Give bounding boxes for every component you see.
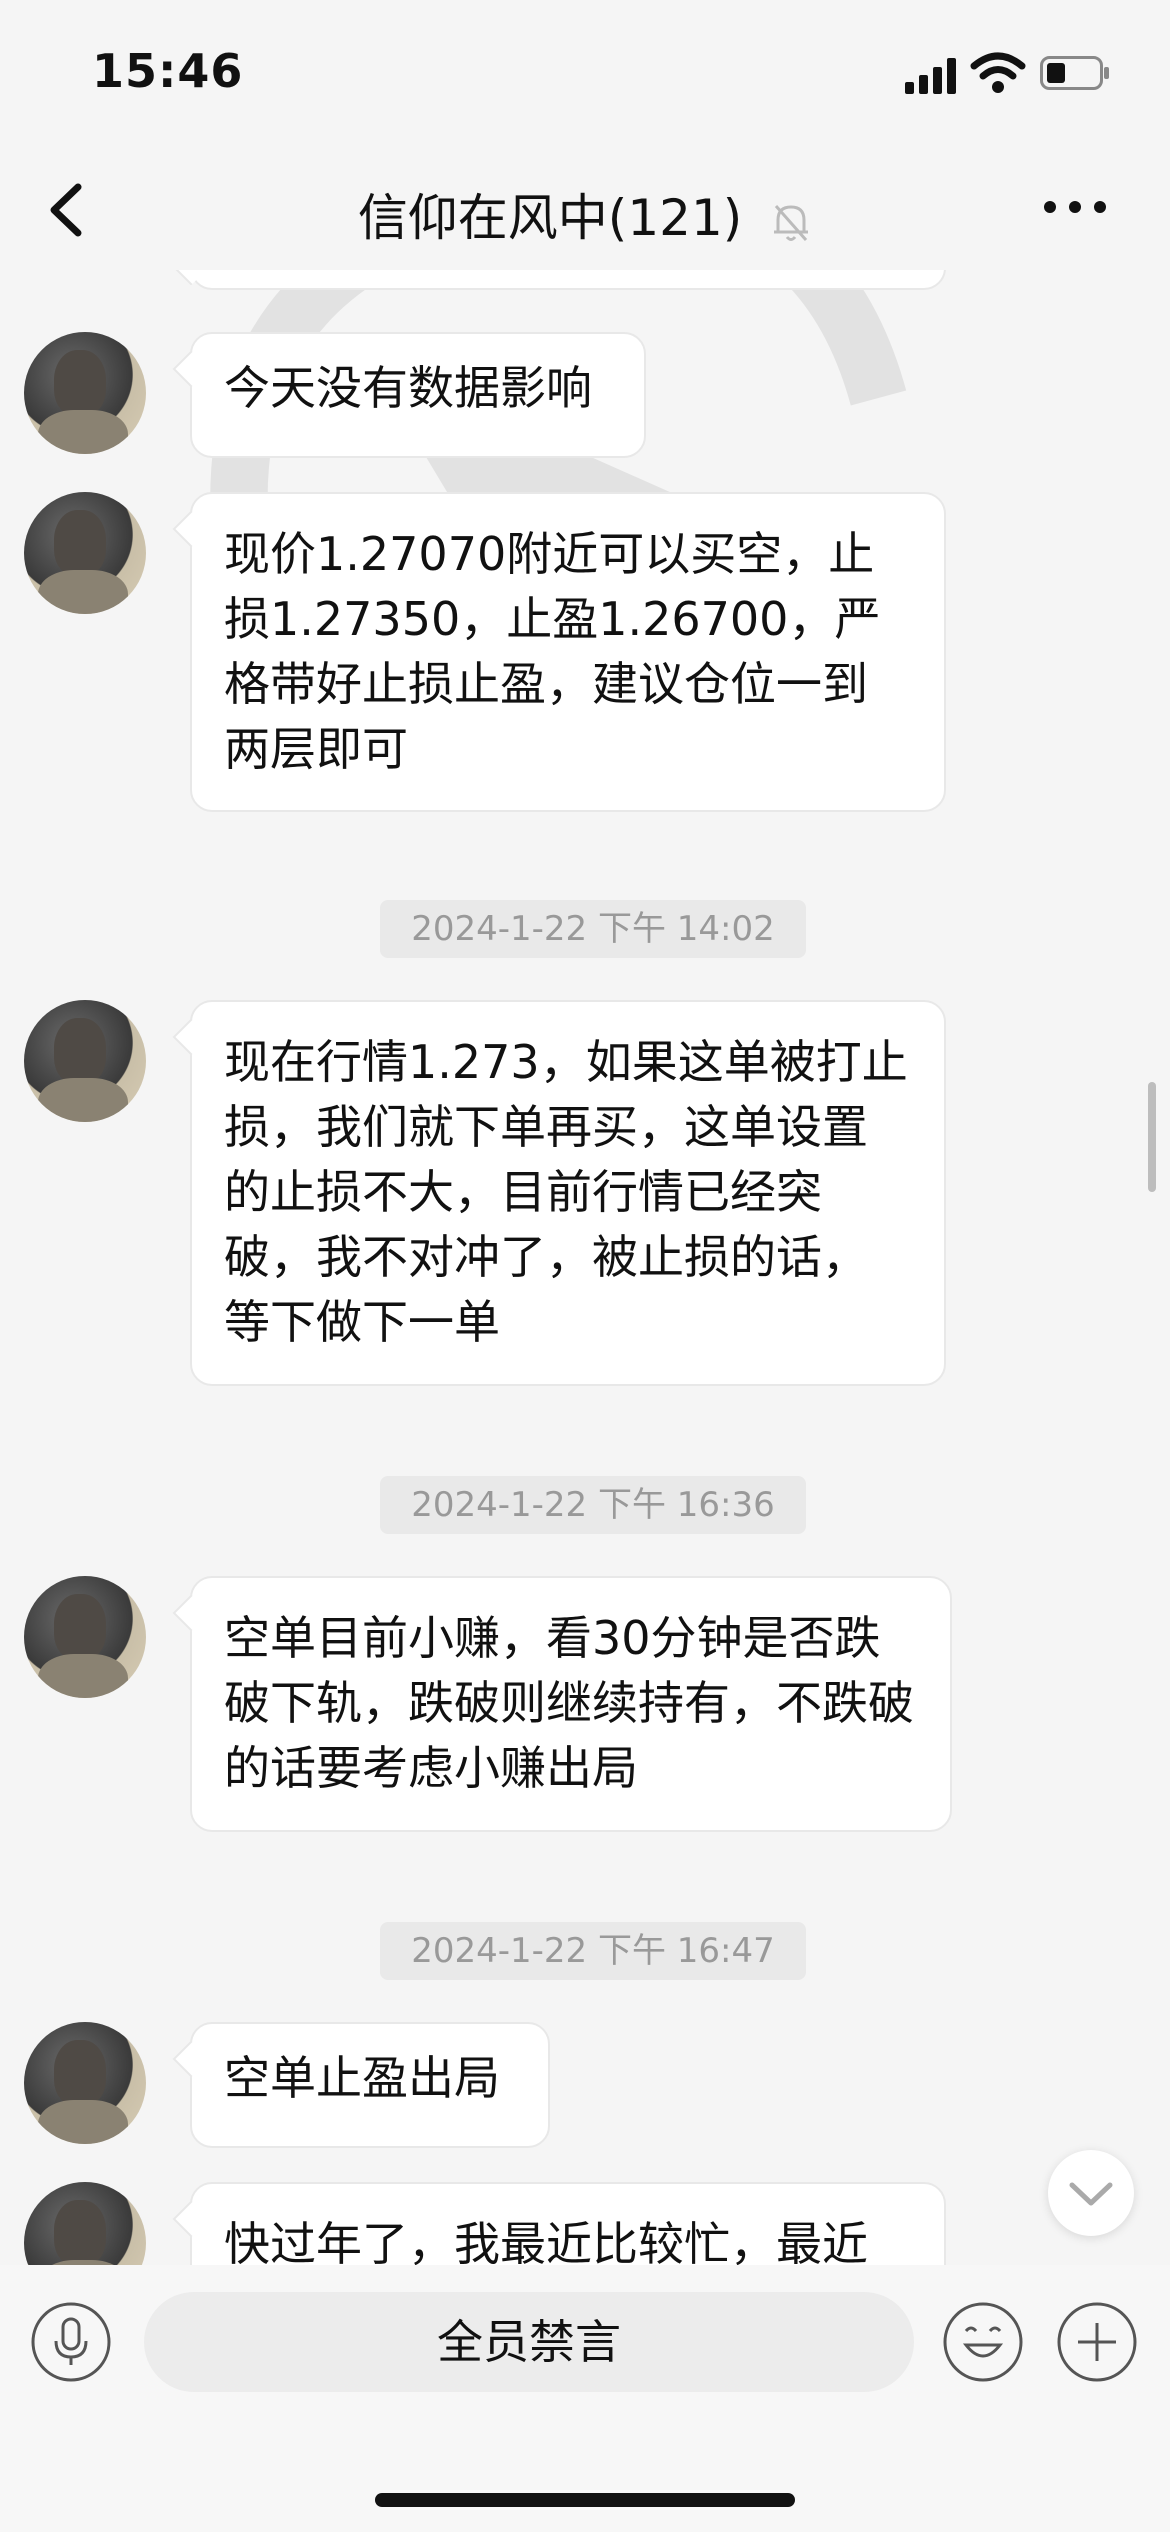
- message-bubble: 空单止盈出局: [190, 2022, 550, 2148]
- message-text: 今天没有数据影响: [224, 361, 592, 415]
- chat-message-list[interactable]: 今天没有数据影响 现价1.27070附近可以买空，止损1.27350，止盈1.2…: [0, 270, 1170, 2265]
- chevron-down-icon: [1069, 2182, 1113, 2206]
- message-timestamp: 2024-1-22 下午 16:36: [380, 1476, 806, 1534]
- avatar[interactable]: [24, 332, 146, 454]
- message-bubble: 现价1.27070附近可以买空，止损1.27350，止盈1.26700，严格带好…: [190, 492, 946, 812]
- emoji-icon[interactable]: [942, 2301, 1024, 2383]
- scroll-indicator[interactable]: [1148, 1082, 1156, 1192]
- bell-muted-icon: [774, 204, 809, 241]
- status-bar: 15:46: [0, 0, 1170, 150]
- message-text: 快过年了，我最近比较忙，最近: [224, 2217, 868, 2265]
- plus-icon[interactable]: [1056, 2301, 1138, 2383]
- chat-title: 信仰在风中(121): [357, 189, 743, 247]
- message-text: 现在行情1.273，如果这单被打止损，我们就下单再买，这单设置的止损不大，目前行…: [224, 1035, 908, 1349]
- status-time: 15:46: [92, 44, 244, 98]
- jump-to-bottom-button[interactable]: [1048, 2150, 1134, 2236]
- message-text: 空单目前小赚，看30分钟是否跌破下轨，跌破则继续持有，不跌破的话要考虑小赚出局: [224, 1611, 914, 1795]
- message-bubble: 空单目前小赚，看30分钟是否跌破下轨，跌破则继续持有，不跌破的话要考虑小赚出局: [190, 1576, 952, 1832]
- more-dots-icon[interactable]: [1040, 192, 1110, 222]
- message-text: 空单止盈出局: [224, 2051, 500, 2105]
- chat-title-wrap: 信仰在风中(121): [0, 178, 1170, 250]
- input-bar: 全员禁言: [0, 2265, 1170, 2532]
- avatar[interactable]: [24, 1000, 146, 1122]
- message-bubble: 快过年了，我最近比较忙，最近: [190, 2182, 946, 2265]
- message-timestamp: 2024-1-22 下午 14:02: [380, 900, 806, 958]
- avatar[interactable]: [24, 1576, 146, 1698]
- muted-input-field: 全员禁言: [144, 2292, 914, 2392]
- avatar[interactable]: [24, 2022, 146, 2144]
- battery-icon: [1040, 56, 1109, 90]
- message-timestamp: 2024-1-22 下午 16:47: [380, 1922, 806, 1980]
- message-text: 现价1.27070附近可以买空，止损1.27350，止盈1.26700，严格带好…: [224, 527, 881, 776]
- microphone-icon[interactable]: [30, 2301, 112, 2383]
- avatar[interactable]: [24, 492, 146, 614]
- home-indicator: [375, 2493, 795, 2507]
- wifi-icon: [970, 52, 1026, 93]
- avatar[interactable]: [24, 2182, 146, 2265]
- message-bubble: 现在行情1.273，如果这单被打止损，我们就下单再买，这单设置的止损不大，目前行…: [190, 1000, 946, 1386]
- message-bubble-partial: [190, 270, 946, 290]
- chat-header: 信仰在风中(121): [0, 150, 1170, 270]
- message-bubble: 今天没有数据影响: [190, 332, 646, 458]
- cellular-signal-icon: [905, 58, 956, 94]
